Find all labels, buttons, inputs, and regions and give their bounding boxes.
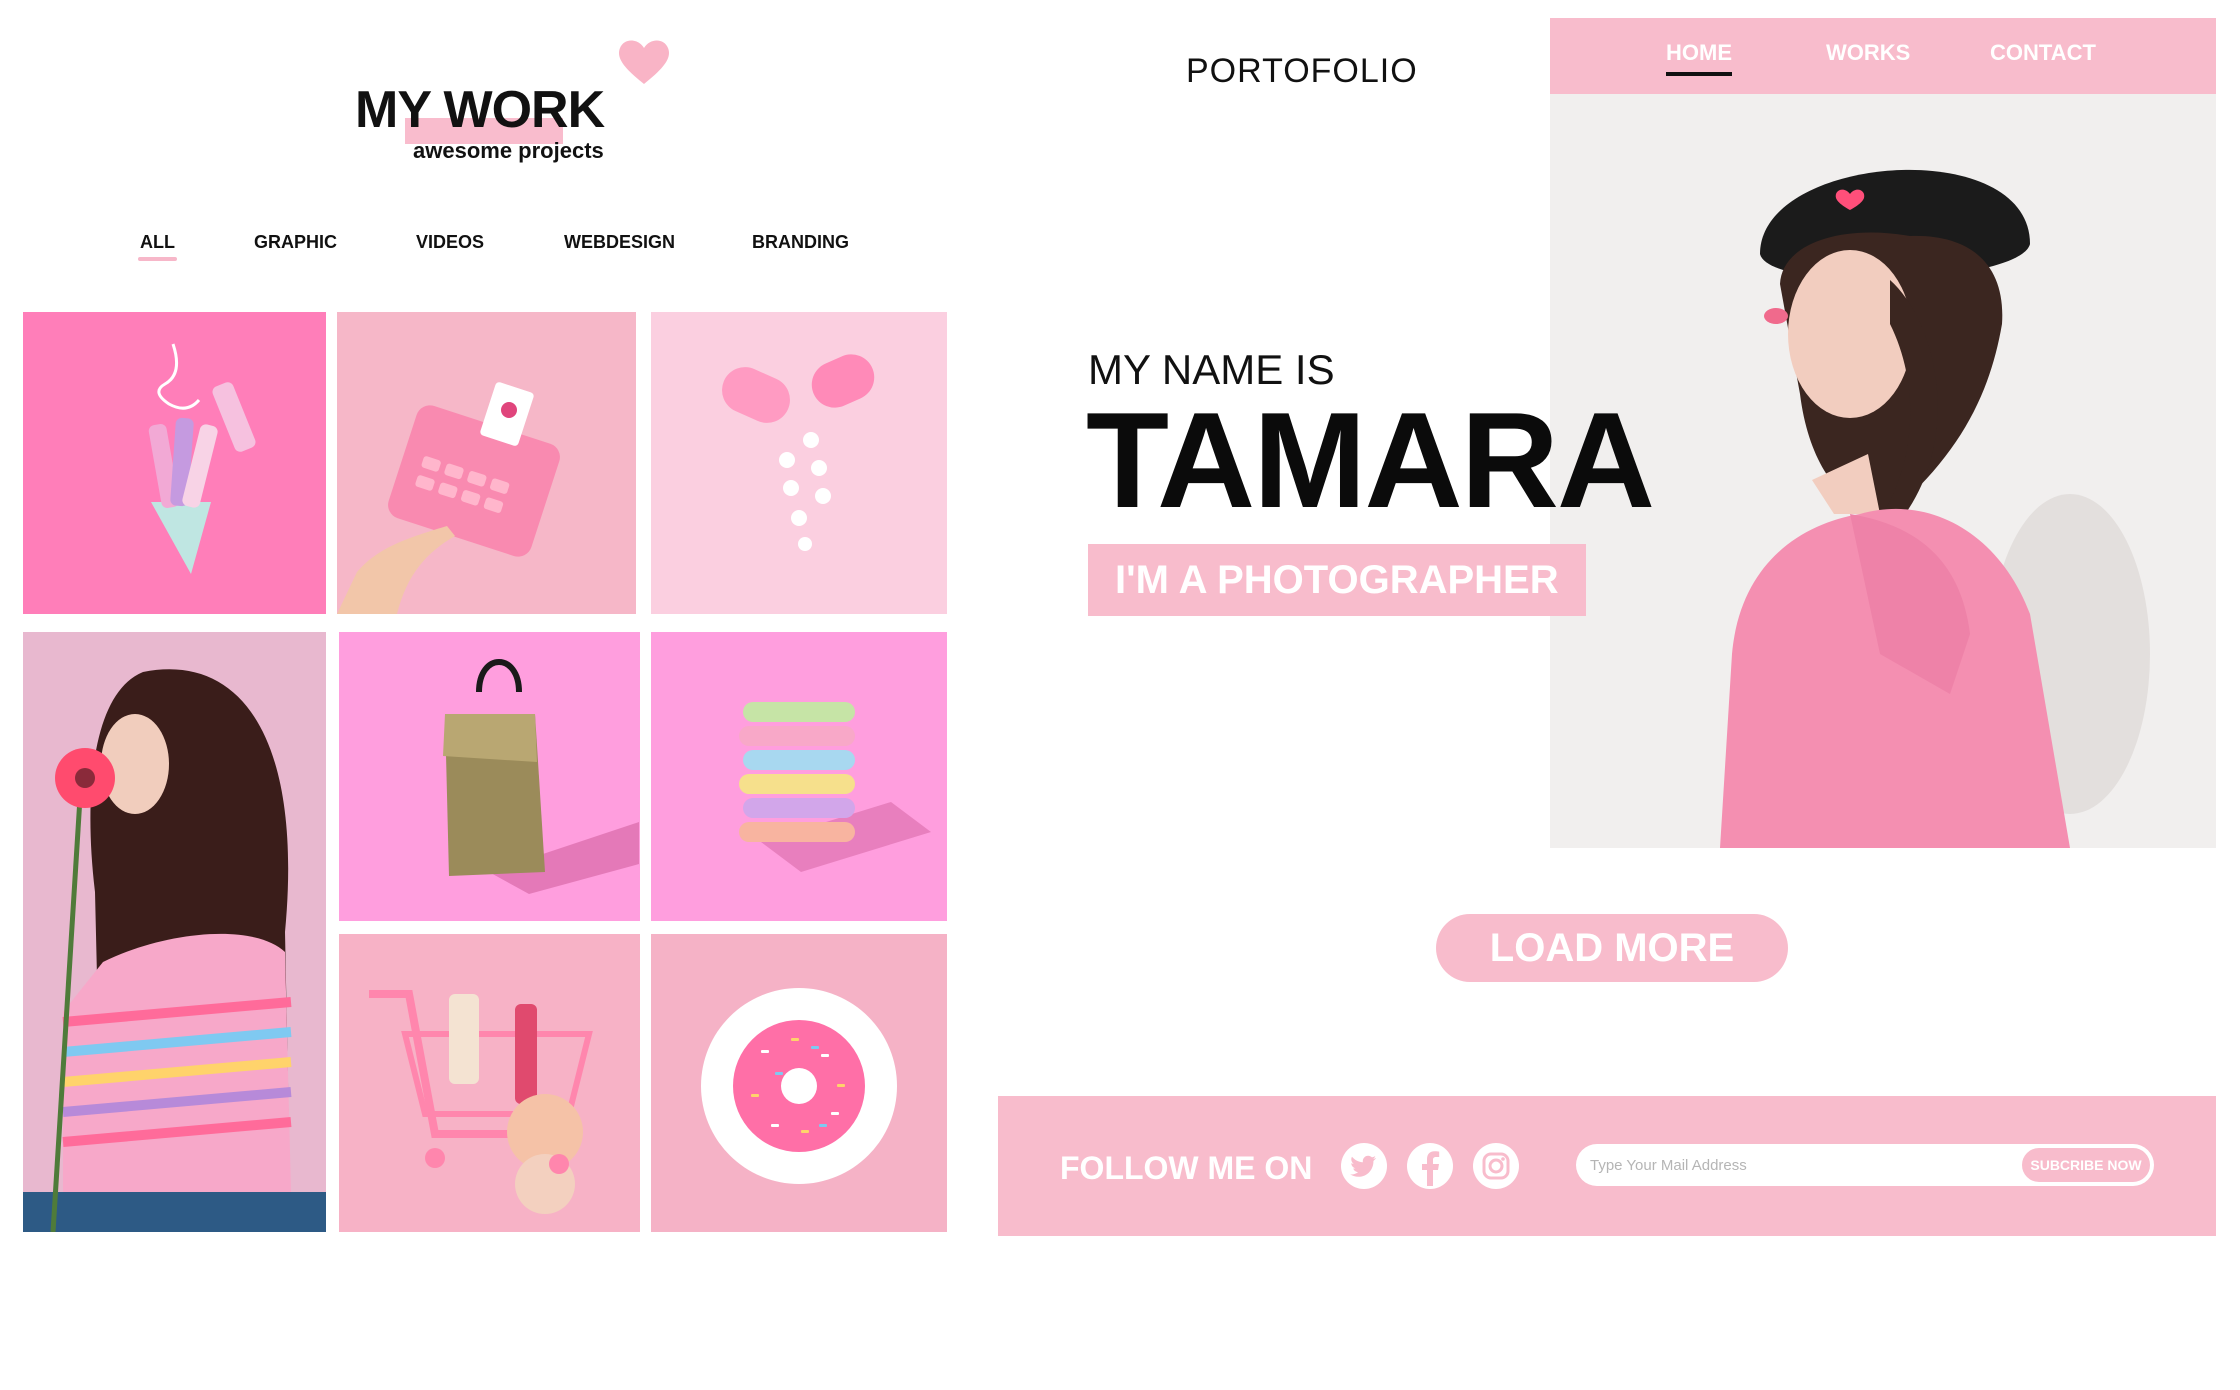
capsule-image xyxy=(722,354,875,551)
nav-contact[interactable]: CONTACT xyxy=(1990,40,2096,66)
donut-image xyxy=(701,988,897,1184)
follow-label: FOLLOW ME ON xyxy=(1060,1150,1313,1186)
flower-girl-image xyxy=(23,669,326,1232)
hero-name: TAMARA xyxy=(1086,384,1655,536)
filter-graphic[interactable]: GRAPHIC xyxy=(254,232,337,253)
work-subtitle: awesome projects xyxy=(413,138,604,163)
gallery-tile-chalk[interactable] xyxy=(651,632,947,921)
filter-tabs: ALL GRAPHIC VIDEOS WEBDESIGN BRANDING xyxy=(0,232,960,272)
subscribe-form: SUBCRIBE NOW xyxy=(1576,1144,2154,1186)
gallery-tile-flower-girl[interactable] xyxy=(23,632,326,1232)
footer-bar: FOLLOW ME ON SUBCRIBE NOW xyxy=(998,1096,2216,1236)
gallery-tile-crayons[interactable] xyxy=(23,312,326,614)
subscribe-button[interactable]: SUBCRIBE NOW xyxy=(2020,1146,2152,1184)
gallery-tile-capsule[interactable] xyxy=(651,312,947,614)
gallery-tile-tote[interactable] xyxy=(339,632,640,921)
email-input[interactable] xyxy=(1590,1144,2030,1186)
calculator-image xyxy=(337,382,560,614)
twitter-icon[interactable] xyxy=(1340,1142,1388,1190)
tote-image xyxy=(443,659,639,894)
load-more-button[interactable]: LOAD MORE xyxy=(1436,914,1788,982)
filter-videos[interactable]: VIDEOS xyxy=(416,232,484,253)
instagram-icon[interactable] xyxy=(1472,1142,1520,1190)
portfolio-label: PORTOFOLIO xyxy=(1186,52,1418,90)
filter-webdesign[interactable]: WEBDESIGN xyxy=(564,232,675,253)
gallery-tile-cart[interactable] xyxy=(339,934,640,1232)
gallery-tile-calculator[interactable] xyxy=(337,312,636,614)
filter-all[interactable]: ALL xyxy=(138,232,177,261)
role-badge: I'M A PHOTOGRAPHER xyxy=(1088,544,1586,616)
crayons-image xyxy=(148,343,256,574)
top-navbar: HOME WORKS CONTACT xyxy=(1550,18,2216,94)
filter-branding[interactable]: BRANDING xyxy=(752,232,849,253)
heart-icon xyxy=(619,40,669,84)
facebook-icon[interactable] xyxy=(1406,1142,1454,1190)
work-logo: MY WORK awesome projects xyxy=(355,80,635,170)
gallery-tile-donut[interactable] xyxy=(651,934,947,1232)
nav-home[interactable]: HOME xyxy=(1666,40,1732,76)
cart-image xyxy=(369,990,593,1214)
chalk-image xyxy=(739,702,931,872)
work-title: MY WORK xyxy=(355,81,605,139)
nav-works[interactable]: WORKS xyxy=(1826,40,1910,66)
